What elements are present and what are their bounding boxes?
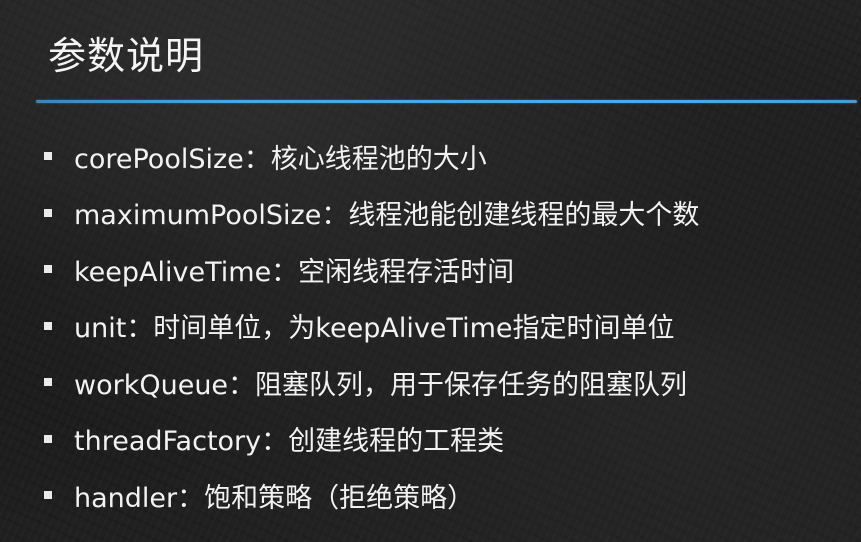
- square-bullet-icon: [44, 152, 52, 161]
- square-bullet-icon: [44, 265, 52, 274]
- bullet-item-keep-alive-time: keepAliveTime：空闲线程存活时间: [44, 241, 699, 298]
- bullet-text: corePoolSize：核心线程池的大小: [74, 143, 487, 175]
- bullet-text: threadFactory：创建线程的工程类: [74, 426, 505, 458]
- square-bullet-icon: [44, 208, 52, 217]
- bullet-item-unit: unit：时间单位，为keepAliveTime指定时间单位: [44, 298, 699, 355]
- bullet-item-core-pool-size: corePoolSize：核心线程池的大小: [44, 128, 699, 185]
- bullet-item-maximum-pool-size: maximumPoolSize：线程池能创建线程的最大个数: [44, 185, 699, 242]
- bullet-text: maximumPoolSize：线程池能创建线程的最大个数: [74, 200, 700, 232]
- square-bullet-icon: [44, 491, 52, 500]
- bullet-list: corePoolSize：核心线程池的大小 maximumPoolSize：线程…: [44, 128, 699, 524]
- bullet-text: unit：时间单位，为keepAliveTime指定时间单位: [74, 313, 675, 345]
- title-divider: [36, 100, 857, 103]
- slide-title: 参数说明: [48, 34, 205, 78]
- bullet-item-thread-factory: threadFactory：创建线程的工程类: [44, 411, 699, 468]
- bullet-text: keepAliveTime：空闲线程存活时间: [74, 256, 515, 288]
- bullet-item-work-queue: workQueue：阻塞队列，用于保存任务的阻塞队列: [44, 354, 699, 411]
- bullet-item-handler: handler：饱和策略（拒绝策略）: [44, 467, 699, 524]
- square-bullet-icon: [44, 321, 52, 330]
- slide: 参数说明 corePoolSize：核心线程池的大小 maximumPoolSi…: [0, 0, 861, 542]
- square-bullet-icon: [44, 434, 52, 443]
- square-bullet-icon: [44, 378, 52, 387]
- bullet-text: workQueue：阻塞队列，用于保存任务的阻塞队列: [74, 369, 688, 401]
- bullet-text: handler：饱和策略（拒绝策略）: [74, 482, 475, 514]
